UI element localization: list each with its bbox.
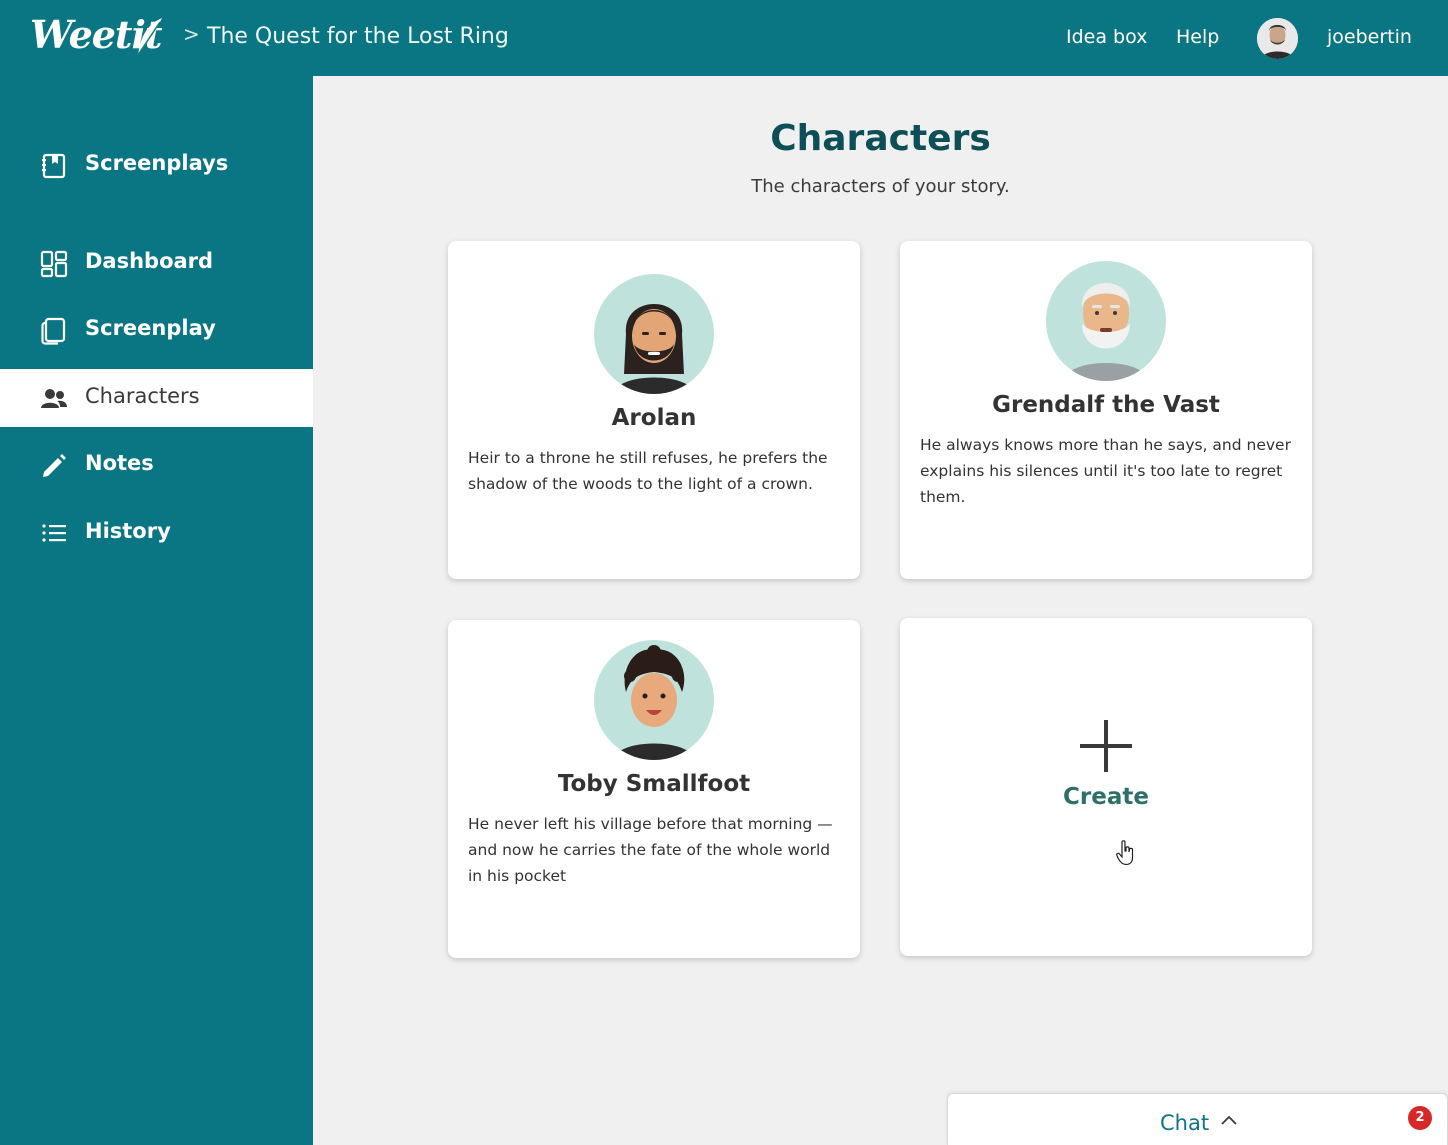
character-avatar	[1046, 261, 1166, 381]
character-card-arolan[interactable]: Arolan Heir to a throne he still refuses…	[448, 241, 860, 579]
sidebar-item-label: Characters	[85, 384, 200, 408]
idea-box-link[interactable]: Idea box	[1066, 26, 1147, 48]
sidebar-item-notes[interactable]: Notes	[0, 436, 313, 494]
create-character-card[interactable]: Create	[900, 618, 1312, 956]
hand-pointer-icon	[1116, 840, 1134, 866]
pencil-icon	[43, 454, 66, 477]
create-label: Create	[1063, 784, 1149, 810]
character-avatar	[594, 274, 714, 394]
character-card-grendalf[interactable]: Grendalf the Vast He always knows more t…	[900, 241, 1312, 579]
character-description: He never left his village before that mo…	[468, 815, 833, 885]
user-photo-icon	[1257, 18, 1298, 59]
list-icon	[42, 524, 66, 542]
breadcrumb-separator: >	[183, 22, 200, 46]
top-bar: Weetit > The Quest for the Lost Ring Ide…	[0, 0, 1448, 76]
character-name: Arolan	[611, 405, 697, 431]
sidebar: Screenplays Dashboard Screenplay Charact…	[0, 76, 313, 1145]
feather-icon	[135, 18, 162, 59]
unread-badge: 2	[1408, 1106, 1432, 1130]
sidebar-item-label: Screenplays	[85, 151, 229, 175]
sidebar-item-label: Dashboard	[85, 249, 214, 273]
users-icon	[41, 389, 67, 408]
user-avatar[interactable]	[1257, 18, 1298, 59]
document-icon	[41, 317, 66, 345]
help-link[interactable]: Help	[1176, 26, 1219, 48]
curly-haired-boy-avatar-icon	[614, 645, 694, 760]
chevron-up-icon	[1221, 1115, 1237, 1125]
sidebar-item-characters[interactable]: Characters	[0, 369, 313, 427]
sidebar-item-history[interactable]: History	[0, 504, 313, 562]
character-description: He always knows more than he says, and n…	[920, 436, 1291, 506]
grid-icon	[40, 250, 68, 278]
username-link[interactable]: joebertin	[1327, 26, 1412, 48]
old-bearded-man-avatar-icon	[1064, 283, 1148, 381]
book-icon	[42, 153, 66, 179]
plus-icon	[1080, 720, 1132, 772]
sidebar-item-label: Screenplay	[85, 316, 216, 340]
long-haired-man-avatar-icon	[614, 304, 694, 394]
character-description: Heir to a throne he still refuses, he pr…	[468, 449, 828, 493]
chat-panel-toggle[interactable]: Chat 2	[947, 1093, 1448, 1145]
character-card-toby[interactable]: Toby Smallfoot He never left his village…	[448, 620, 860, 958]
character-name: Grendalf the Vast	[992, 392, 1220, 418]
character-avatar	[594, 640, 714, 760]
character-name: Toby Smallfoot	[557, 771, 751, 797]
sidebar-item-screenplays[interactable]: Screenplays	[0, 136, 313, 194]
sidebar-item-screenplay[interactable]: Screenplay	[0, 301, 313, 359]
sidebar-item-label: Notes	[85, 451, 154, 475]
page-title: Characters	[770, 118, 991, 159]
page-subtitle: The characters of your story.	[751, 176, 1010, 197]
project-title[interactable]: The Quest for the Lost Ring	[207, 24, 509, 49]
chat-label: Chat	[1160, 1111, 1210, 1135]
sidebar-item-label: History	[85, 519, 171, 543]
sidebar-item-dashboard[interactable]: Dashboard	[0, 234, 313, 292]
